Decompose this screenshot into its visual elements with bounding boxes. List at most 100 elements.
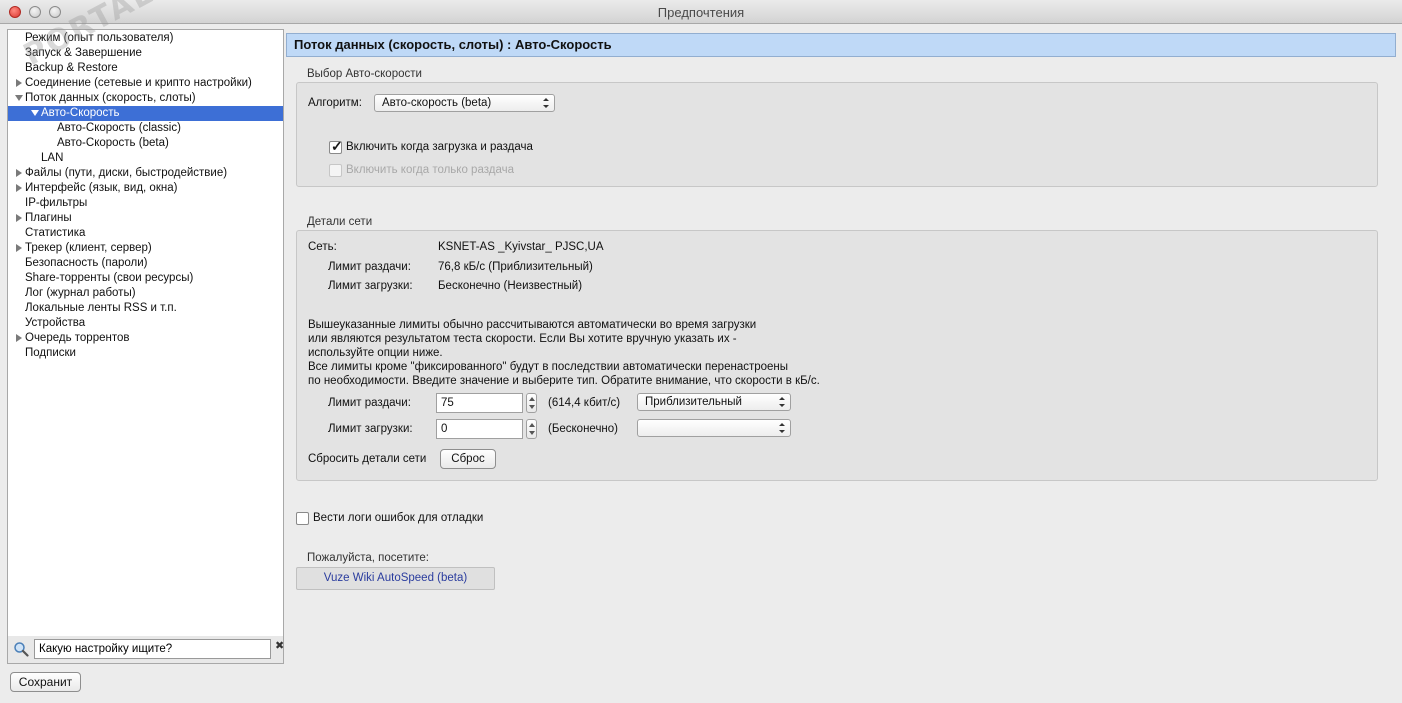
popup-arrows-icon [543,98,549,108]
preferences-tree: Режим (опыт пользователя) Запуск & Завер… [7,0,284,664]
tree-item-ip-filters[interactable]: IP-фильтры [8,196,283,211]
save-button[interactable]: Сохранит [10,672,81,692]
wiki-link-button[interactable]: Vuze Wiki AutoSpeed (beta) [296,567,495,590]
expand-arrow-icon[interactable] [16,244,22,252]
download-limit-label: Лимит загрузки: [328,280,413,292]
popup-arrows-icon [779,397,785,407]
network-group-label: Детали сети [307,216,373,228]
page-title: Поток данных (скорость, слоты) : Авто-Ск… [286,33,1396,57]
reset-button[interactable]: Сброс [440,449,496,469]
algorithm-label: Алгоритм: [308,97,362,109]
tree-item-label: Устройства [25,317,86,329]
tree-item-files[interactable]: Файлы (пути, диски, быстродействие) [8,166,283,181]
stepper-up-icon[interactable] [529,423,535,427]
debug-log-checkbox[interactable] [296,512,309,525]
tree-item-plugins[interactable]: Плагины [8,211,283,226]
upload-limit-input[interactable]: 75 [436,393,523,413]
collapse-arrow-icon[interactable] [15,95,23,101]
tree-item-transfer[interactable]: Поток данных (скорость, слоты) [8,91,283,106]
algorithm-select[interactable]: Авто-скорость (beta) [374,94,555,112]
tree-item-label: Share-торренты (свои ресурсы) [25,272,194,284]
collapse-arrow-icon[interactable] [31,110,39,116]
network-group: Сеть: KSNET-AS _Kyivstar_ PJSC,UA Лимит … [296,230,1378,481]
autospeed-group: Алгоритм: Авто-скорость (beta) ✓ Включит… [296,82,1378,187]
search-input[interactable] [34,639,271,659]
upload-type-select[interactable]: Приблизительный [637,393,791,411]
tree-item-lan[interactable]: LAN [8,151,283,166]
download-limit-value: Бесконечно (Неизвестный) [438,280,583,292]
tree-item-devices[interactable]: Устройства [8,316,283,331]
tree-item-statistics[interactable]: Статистика [8,226,283,241]
enable-seeding-checkbox[interactable] [329,164,342,177]
visit-label: Пожалуйста, посетите: [307,552,429,564]
expand-arrow-icon[interactable] [16,334,22,342]
checkmark-icon: ✓ [331,138,343,154]
debug-log-label: Вести логи ошибок для отладки [313,512,484,524]
tree-item-log[interactable]: Лог (журнал работы) [8,286,283,301]
title-bar: Предпочтения [0,0,1402,24]
info-text-line: Все лимиты кроме "фиксированного" будут … [308,361,789,373]
tree-item-tracker[interactable]: Трекер (клиент, сервер) [8,241,283,256]
tree-item-startup[interactable]: Запуск & Завершение [8,46,283,61]
upload-input-label: Лимит раздачи: [328,397,411,409]
info-text-line: Вышеуказанные лимиты обычно рассчитывают… [308,319,757,331]
stepper-up-icon[interactable] [529,397,535,401]
enable-seeding-label: Включить когда только раздача [346,164,514,176]
info-text-line: по необходимости. Введите значение и выб… [308,375,820,387]
tree-item-rss[interactable]: Локальные ленты RSS и т.п. [8,301,283,316]
expand-arrow-icon[interactable] [16,79,22,87]
reset-network-label: Сбросить детали сети [308,453,427,465]
tree-item-label: Режим (опыт пользователя) [25,32,174,44]
clear-search-icon[interactable]: ✖ [275,639,285,653]
download-limit-stepper[interactable] [526,419,537,439]
tree-item-label: Безопасность (пароли) [25,257,148,269]
tree-item-mode[interactable]: Режим (опыт пользователя) [8,31,283,46]
network-value: KSNET-AS _Kyivstar_ PJSC,UA [438,241,604,253]
tree-item-backup[interactable]: Backup & Restore [8,61,283,76]
tree-item-autospeed-beta[interactable]: Авто-Скорость (beta) [8,136,283,151]
network-label: Сеть: [308,241,337,253]
tree-item-label: IP-фильтры [25,197,88,209]
search-bar: ✖ [7,636,284,664]
tree-item-interface[interactable]: Интерфейс (язык, вид, окна) [8,181,283,196]
tree-item-label: Поток данных (скорость, слоты) [25,92,196,104]
tree-item-connection[interactable]: Соединение (сетевые и крипто настройки) [8,76,283,91]
tree-item-label: Плагины [25,212,72,224]
download-type-select[interactable] [637,419,791,437]
tree-item-autospeed[interactable]: Авто-Скорость [8,106,283,121]
tree-item-label: Очередь торрентов [25,332,130,344]
download-limit-input[interactable]: 0 [436,419,523,439]
tree-item-label: Авто-Скорость (beta) [57,137,169,149]
tree-item-label: Трекер (клиент, сервер) [25,242,152,254]
window-title: Предпочтения [657,5,745,20]
algorithm-select-value: Авто-скорость (beta) [382,97,492,109]
stepper-down-icon[interactable] [529,405,535,409]
expand-arrow-icon[interactable] [16,184,22,192]
info-text-line: используйте опции ниже. [308,347,443,359]
enable-both-checkbox[interactable]: ✓ [329,138,343,154]
download-input-label: Лимит загрузки: [328,423,413,435]
upload-kbit-text: (614,4 кбит/с) [548,397,621,409]
magnifier-icon [14,642,29,657]
tree-item-autospeed-classic[interactable]: Авто-Скорость (classic) [8,121,283,136]
expand-arrow-icon[interactable] [16,214,22,222]
tree-item-share-torrents[interactable]: Share-торренты (свои ресурсы) [8,271,283,286]
tree-item-label: Подписки [25,347,76,359]
expand-arrow-icon[interactable] [16,169,22,177]
tree-item-label: Интерфейс (язык, вид, окна) [25,182,178,194]
preferences-window: Предпочтения Режим (опыт пользователя) З… [0,0,1402,703]
download-kbit-text: (Бесконечно) [548,423,619,435]
tree-item-label: Запуск & Завершение [25,47,142,59]
tree-item-label: Backup & Restore [25,62,118,74]
enable-both-label: Включить когда загрузка и раздача [346,141,533,153]
tree-item-label: Авто-Скорость [41,107,120,119]
stepper-down-icon[interactable] [529,431,535,435]
upload-limit-stepper[interactable] [526,393,537,413]
info-text-line: или являются результатом теста скорости.… [308,333,737,345]
tree-item-label: Файлы (пути, диски, быстродействие) [25,167,228,179]
upload-limit-value: 76,8 кБ/с (Приблизительный) [438,261,593,273]
tree-item-queue[interactable]: Очередь торрентов [8,331,283,346]
tree-item-security[interactable]: Безопасность (пароли) [8,256,283,271]
autospeed-group-label: Выбор Авто-скорости [307,68,422,80]
tree-item-subscriptions[interactable]: Подписки [8,346,283,361]
